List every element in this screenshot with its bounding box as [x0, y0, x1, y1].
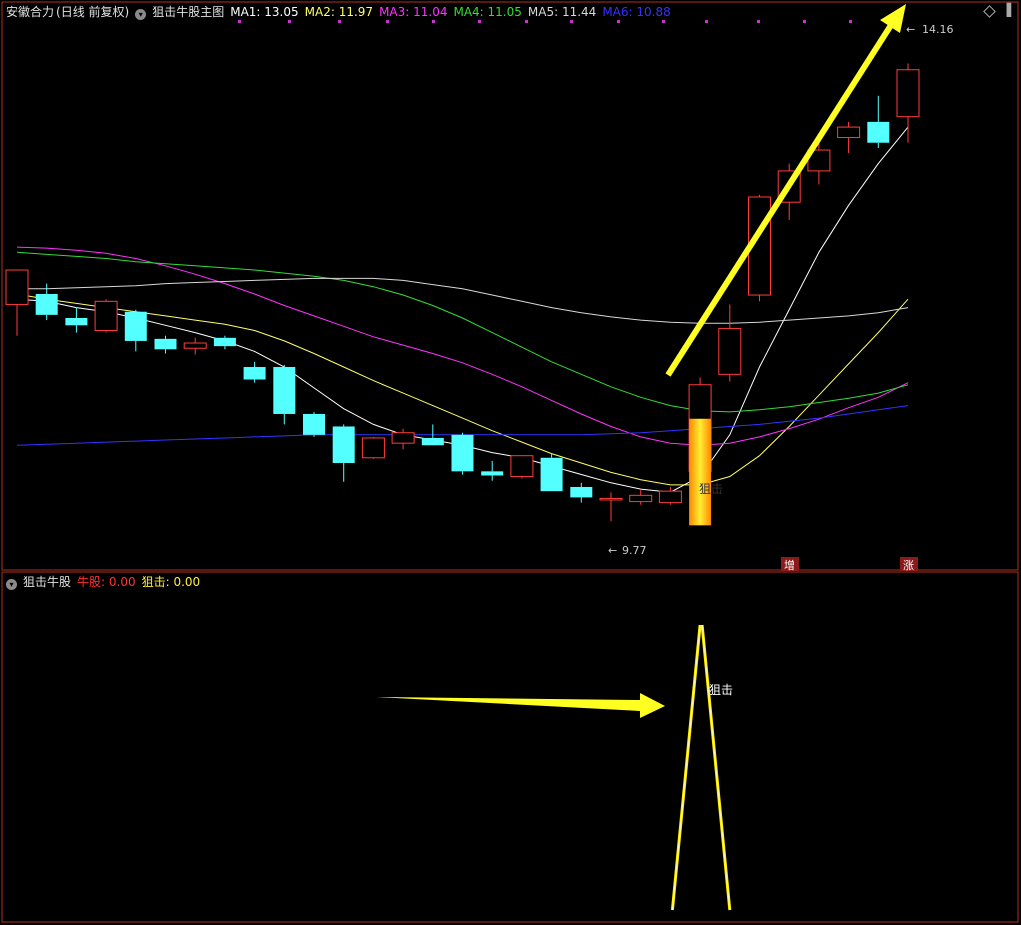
up-arrow-shaft [665, 20, 896, 377]
candle[interactable] [570, 482, 593, 503]
ma-legend-item-6: MA6: 10.88 [602, 5, 671, 19]
candle[interactable] [867, 95, 890, 148]
candle[interactable] [658, 486, 682, 505]
candle[interactable] [540, 453, 563, 492]
ma-line-ma3 [16, 246, 909, 446]
ma-legend-item-4: MA4: 11.05 [453, 5, 522, 19]
candle[interactable] [243, 361, 266, 383]
high-price-label: 14.16 [922, 23, 954, 36]
juji-value: 狙击: 0.00 [141, 575, 201, 589]
main-pane-frame [1, 1, 1019, 571]
indicator-name[interactable]: 狙击牛股主图 [152, 5, 224, 19]
top-marker [757, 20, 760, 23]
candle[interactable] [183, 337, 207, 355]
badge-zeng: 增 [781, 557, 799, 572]
top-marker [705, 20, 708, 23]
stock-name: 安徽合力 [6, 5, 55, 19]
ma-legend-item-1: MA1: 13.05 [230, 5, 299, 19]
candle[interactable] [599, 492, 623, 522]
ma-line-ma4 [16, 251, 909, 413]
candle[interactable] [94, 299, 118, 333]
ma-legend-item-3: MA3: 11.04 [379, 5, 448, 19]
niugu-value: 牛股: 0.00 [77, 575, 136, 589]
low-pointer-icon: ← [608, 544, 617, 557]
low-price-label: 9.77 [622, 544, 647, 557]
candle[interactable] [154, 335, 177, 354]
candle[interactable] [896, 63, 920, 143]
candle[interactable] [124, 309, 147, 352]
candle[interactable] [273, 364, 296, 425]
signal-text-sub: 狙击 [709, 683, 733, 697]
candle[interactable] [451, 432, 474, 475]
ma-legend: MA1: 13.05 MA2: 11.97 MA3: 11.04 MA4: 11.05… [230, 5, 677, 19]
sub-header: ▾ 狙击牛股 牛股: 0.00 狙击: 0.00 [6, 573, 206, 591]
menu-icon[interactable]: ▐ [1002, 3, 1011, 17]
ma-legend-item-2: MA2: 11.97 [304, 5, 374, 19]
up-arrow-head [880, 4, 906, 33]
top-marker [849, 20, 852, 23]
right-arrow [376, 693, 665, 718]
candle[interactable] [361, 436, 385, 459]
main-header: 安徽合力 (日线 前复权) ▾ 狙击牛股主图 MA1: 13.05 MA2: 11.97 M… [6, 3, 683, 21]
ma-line-ma5 [17, 277, 909, 324]
candle[interactable] [65, 307, 88, 333]
collapse-icon[interactable]: ▾ [135, 9, 147, 20]
badge-zhang: 涨 [900, 557, 918, 572]
candles [5, 63, 920, 526]
signal-text-main: 狙击 [699, 482, 723, 496]
svg-text:涨: 涨 [903, 559, 914, 572]
candle[interactable] [332, 424, 355, 482]
signal-highlight-bar [689, 418, 712, 526]
sub-pane-frame [1, 571, 1019, 923]
candle[interactable] [213, 335, 236, 350]
signal-plot [670, 624, 732, 911]
candle[interactable] [481, 460, 504, 481]
ma-legend-item-5: MA5: 11.44 [527, 5, 597, 19]
candle[interactable] [629, 490, 653, 505]
candle[interactable] [718, 304, 742, 382]
candle[interactable] [303, 411, 325, 437]
high-pointer-icon: ← [906, 23, 915, 36]
period-label: (日线 前复权) [56, 5, 130, 19]
candle[interactable] [837, 121, 861, 154]
top-marker [803, 20, 806, 23]
candle[interactable] [510, 455, 534, 479]
candle[interactable] [5, 269, 29, 336]
candlestick-chart[interactable]: 14.16 9.77 ← ← 狙击 狙击 增 涨 [0, 0, 1021, 925]
svg-text:增: 增 [784, 558, 795, 572]
sub-indicator-name[interactable]: 狙击牛股 [23, 575, 71, 589]
collapse-icon[interactable]: ▾ [6, 579, 17, 590]
